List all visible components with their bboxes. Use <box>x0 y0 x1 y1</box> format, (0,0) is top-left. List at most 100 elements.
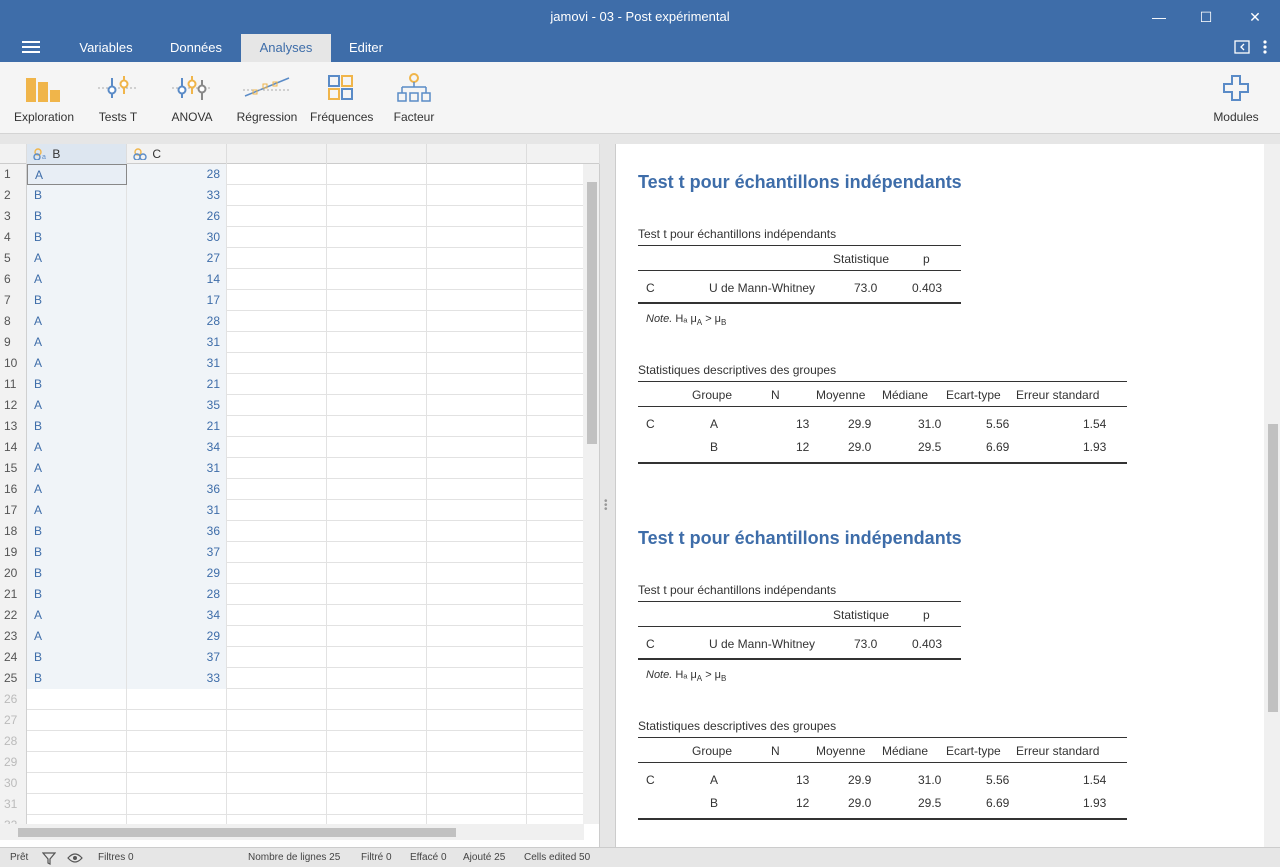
empty-cell[interactable] <box>427 731 527 752</box>
empty-cell[interactable] <box>327 164 427 185</box>
cell-b[interactable]: A <box>27 479 127 500</box>
cell-b[interactable]: A <box>27 605 127 626</box>
empty-cell[interactable] <box>527 185 584 206</box>
empty-cell[interactable] <box>127 815 227 824</box>
empty-cell[interactable] <box>427 248 527 269</box>
facteur-button[interactable]: Facteur <box>390 72 438 130</box>
empty-cell[interactable] <box>427 605 527 626</box>
empty-cell[interactable] <box>327 416 427 437</box>
empty-cell[interactable] <box>227 710 327 731</box>
cell-c[interactable]: 37 <box>127 647 227 668</box>
cell-b[interactable]: A <box>27 437 127 458</box>
column-header-empty[interactable] <box>427 144 527 164</box>
cell-c[interactable]: 21 <box>127 374 227 395</box>
empty-cell[interactable] <box>227 626 327 647</box>
empty-cell[interactable] <box>227 521 327 542</box>
empty-cell[interactable] <box>327 521 427 542</box>
cell-b[interactable]: A <box>27 626 127 647</box>
scroll-thumb[interactable] <box>587 182 597 444</box>
row-number[interactable]: 20 <box>0 563 27 584</box>
empty-cell[interactable] <box>127 731 227 752</box>
row-number[interactable]: 12 <box>0 395 27 416</box>
cell-c[interactable]: 34 <box>127 437 227 458</box>
cell-c[interactable]: 21 <box>127 416 227 437</box>
empty-cell[interactable] <box>527 227 584 248</box>
row-number[interactable]: 5 <box>0 248 27 269</box>
cell-c[interactable]: 34 <box>127 605 227 626</box>
empty-cell[interactable] <box>327 332 427 353</box>
empty-cell[interactable] <box>427 164 527 185</box>
empty-cell[interactable] <box>227 311 327 332</box>
eye-icon[interactable] <box>67 852 83 864</box>
row-number[interactable]: 17 <box>0 500 27 521</box>
cell-b[interactable]: A <box>27 269 127 290</box>
cell-c[interactable]: 36 <box>127 521 227 542</box>
cell-b[interactable]: B <box>27 206 127 227</box>
column-header-empty[interactable] <box>527 144 600 164</box>
cell-c[interactable]: 27 <box>127 248 227 269</box>
empty-cell[interactable] <box>527 815 584 824</box>
empty-cell[interactable] <box>227 164 327 185</box>
empty-cell[interactable] <box>327 668 427 689</box>
row-number[interactable]: 6 <box>0 269 27 290</box>
empty-cell[interactable] <box>227 731 327 752</box>
empty-cell[interactable] <box>227 269 327 290</box>
cell-b[interactable]: B <box>27 227 127 248</box>
empty-cell[interactable] <box>227 794 327 815</box>
empty-cell[interactable] <box>527 605 584 626</box>
tab-editer[interactable]: Editer <box>336 34 396 62</box>
empty-cell[interactable] <box>527 479 584 500</box>
row-number[interactable]: 21 <box>0 584 27 605</box>
empty-cell[interactable] <box>527 353 584 374</box>
empty-cell[interactable] <box>327 542 427 563</box>
empty-cell[interactable] <box>427 794 527 815</box>
empty-cell[interactable] <box>327 248 427 269</box>
empty-cell[interactable] <box>527 752 584 773</box>
empty-cell[interactable] <box>327 479 427 500</box>
empty-cell[interactable] <box>227 206 327 227</box>
empty-cell[interactable] <box>327 626 427 647</box>
cell-c[interactable]: 33 <box>127 185 227 206</box>
empty-cell[interactable] <box>27 710 127 731</box>
cell-c[interactable]: 29 <box>127 563 227 584</box>
empty-cell[interactable] <box>27 815 127 824</box>
empty-cell[interactable] <box>427 668 527 689</box>
cell-c[interactable]: 31 <box>127 458 227 479</box>
cell-b[interactable]: A <box>27 332 127 353</box>
cell-b[interactable]: A <box>27 458 127 479</box>
cell-b[interactable]: B <box>27 185 127 206</box>
row-number[interactable]: 15 <box>0 458 27 479</box>
empty-cell[interactable] <box>527 584 584 605</box>
empty-cell[interactable] <box>427 773 527 794</box>
tab-variables[interactable]: Variables <box>68 34 144 62</box>
empty-cell[interactable] <box>227 647 327 668</box>
cell-c[interactable]: 31 <box>127 500 227 521</box>
empty-cell[interactable] <box>427 311 527 332</box>
filter-icon[interactable] <box>42 851 56 865</box>
empty-cell[interactable] <box>427 626 527 647</box>
cell-c[interactable]: 28 <box>127 311 227 332</box>
empty-cell[interactable] <box>527 311 584 332</box>
empty-cell[interactable] <box>427 353 527 374</box>
row-number[interactable]: 14 <box>0 437 27 458</box>
row-number[interactable]: 29 <box>0 752 27 773</box>
column-header-b[interactable]: a B <box>27 144 127 164</box>
empty-cell[interactable] <box>427 521 527 542</box>
hamburger-menu-icon[interactable] <box>22 41 40 55</box>
row-number[interactable]: 32 <box>0 815 27 824</box>
empty-cell[interactable] <box>327 815 427 824</box>
cell-b[interactable]: A <box>27 353 127 374</box>
row-number[interactable]: 24 <box>0 647 27 668</box>
empty-cell[interactable] <box>427 206 527 227</box>
cell-b[interactable]: B <box>27 290 127 311</box>
cell-c[interactable]: 36 <box>127 479 227 500</box>
empty-cell[interactable] <box>227 227 327 248</box>
tab-donnees[interactable]: Données <box>158 34 234 62</box>
empty-cell[interactable] <box>227 458 327 479</box>
scroll-thumb[interactable] <box>18 828 456 837</box>
empty-cell[interactable] <box>527 248 584 269</box>
empty-cell[interactable] <box>327 227 427 248</box>
row-number[interactable]: 22 <box>0 605 27 626</box>
empty-cell[interactable] <box>227 563 327 584</box>
cell-b[interactable]: A <box>27 311 127 332</box>
